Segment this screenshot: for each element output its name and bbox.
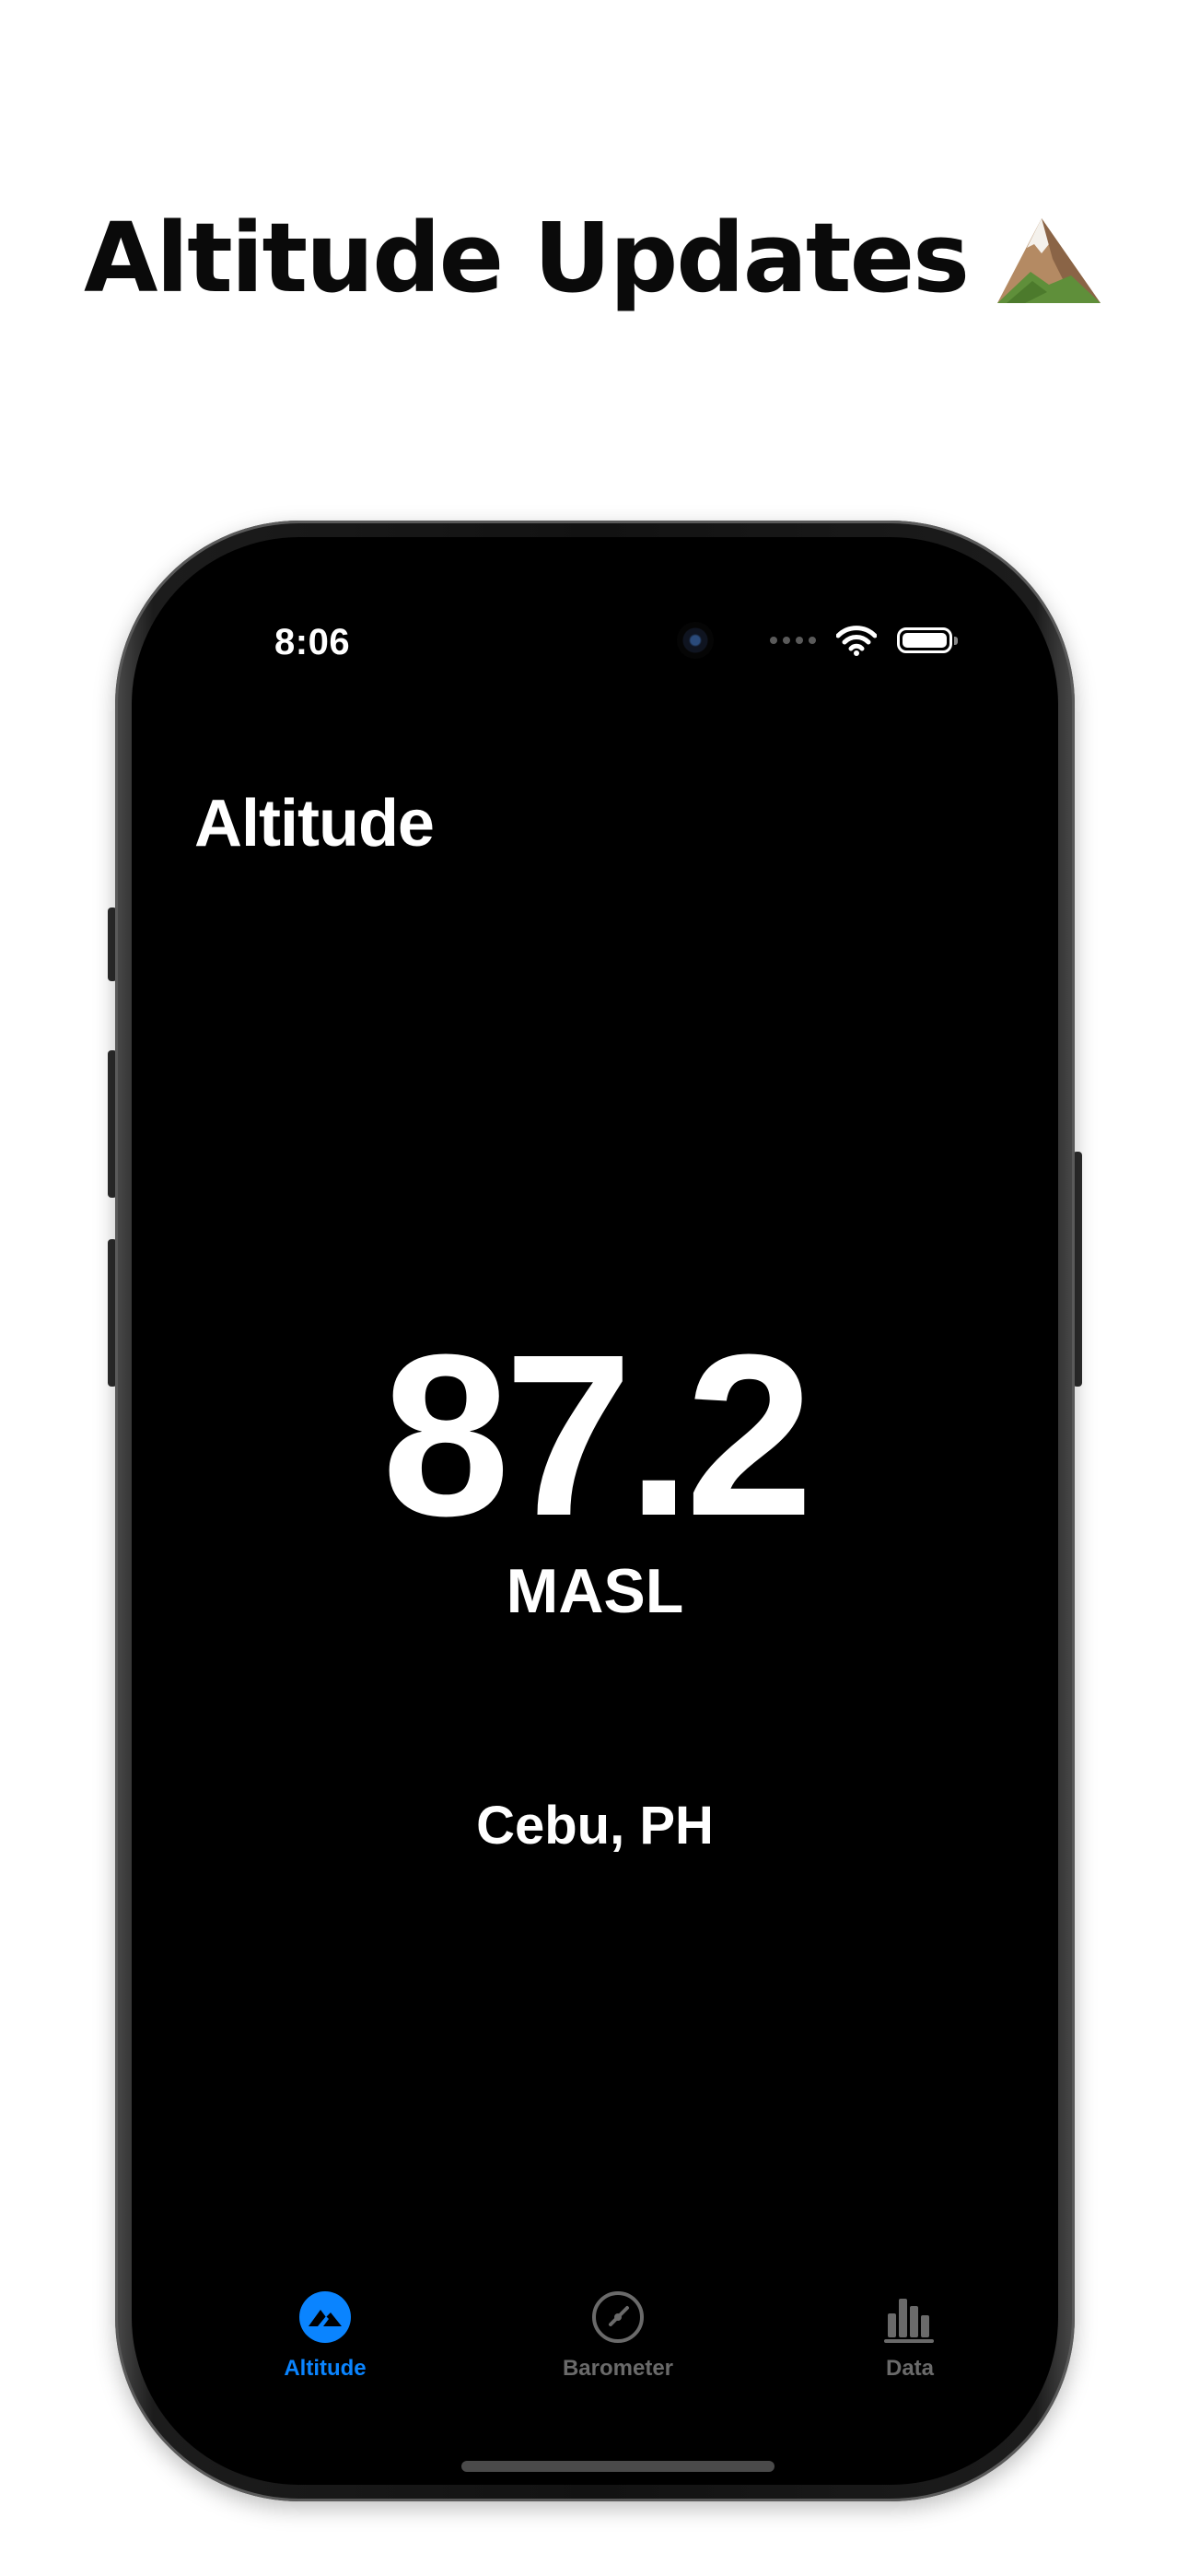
tab-altitude[interactable]: Altitude: [215, 2288, 436, 2407]
phone-screen: 8:06 Altitude 87.2 MASL Cebu, PH Altitud…: [132, 537, 1058, 2485]
home-indicator[interactable]: [461, 2461, 775, 2472]
phone-frame: 8:06 Altitude 87.2 MASL Cebu, PH Altitud…: [115, 521, 1075, 2501]
mountain-icon: [299, 2291, 351, 2343]
marketing-headline: Altitude Updates: [0, 180, 1188, 336]
altitude-unit: MASL: [506, 1556, 684, 1626]
battery-icon: [897, 627, 958, 653]
page-title: Altitude: [194, 787, 435, 861]
mountain-emoji-icon: [997, 218, 1101, 303]
status-icons: [770, 622, 958, 659]
tab-data[interactable]: Data: [799, 2288, 1020, 2407]
altitude-value: 87.2: [381, 1306, 814, 1563]
tab-altitude-label: Altitude: [284, 2356, 367, 2381]
headline-title: Altitude Updates: [83, 202, 970, 314]
signal-dots-icon: [770, 637, 816, 644]
location-label: Cebu, PH: [476, 1796, 714, 1856]
tab-data-label: Data: [885, 2356, 935, 2381]
tab-barometer-label: Barometer: [562, 2356, 674, 2381]
status-time: 8:06: [274, 622, 351, 662]
tab-barometer[interactable]: Barometer: [507, 2288, 728, 2407]
tab-bar: Altitude Barometer Data: [132, 2288, 1058, 2407]
gauge-icon: [592, 2291, 644, 2343]
front-camera-icon: [677, 622, 714, 659]
wifi-icon: [836, 625, 877, 656]
bar-chart-icon: [884, 2299, 934, 2343]
